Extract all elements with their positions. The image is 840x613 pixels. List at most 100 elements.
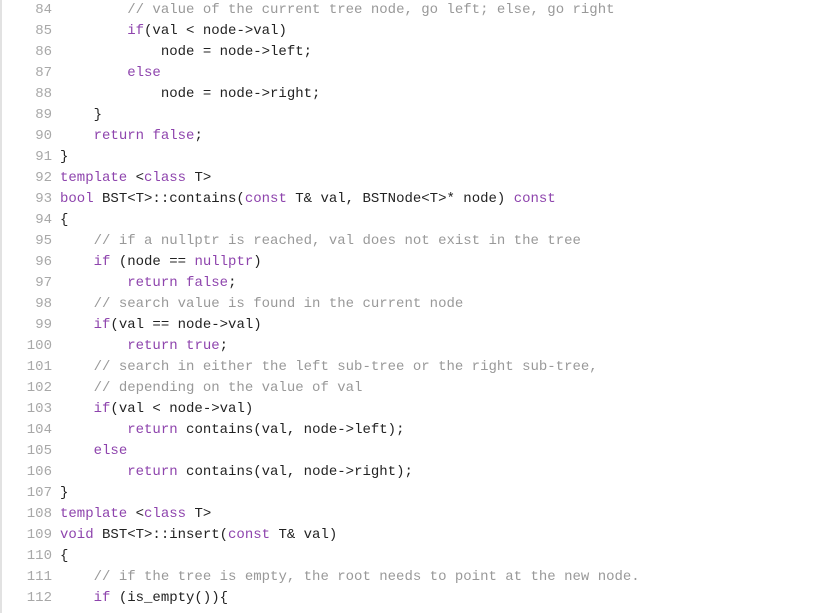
line-number: 84 — [35, 2, 52, 18]
code-token: ) — [253, 254, 262, 270]
line-number: 86 — [35, 44, 52, 60]
code-line[interactable]: 98 // search value is found in the curre… — [2, 294, 640, 315]
keyword-token: false — [186, 275, 229, 291]
line-number: 111 — [26, 569, 52, 585]
keyword-token: return — [127, 338, 178, 354]
code-token: T& val) — [270, 527, 338, 543]
keyword-token: class — [144, 170, 187, 186]
keyword-token: return — [93, 128, 145, 144]
code-line[interactable]: 112 if (is_empty()){ — [2, 588, 640, 609]
code-line[interactable]: 89 } — [2, 105, 640, 126]
comment-token: // value of the current tree node, go le… — [127, 2, 615, 18]
code-line[interactable]: 94 { — [2, 210, 640, 231]
code-text: else — [60, 443, 128, 459]
code-line[interactable]: 108 template <class T> — [2, 504, 640, 525]
code-text: if(val < node->val) — [60, 23, 287, 39]
comment-token: // search in either the left sub-tree or… — [93, 359, 598, 375]
keyword-token: const — [513, 191, 556, 207]
code-editor[interactable]: 84 // value of the current tree node, go… — [0, 0, 840, 613]
line-number: 90 — [35, 128, 52, 144]
code-line[interactable]: 85 if(val < node->val) — [2, 21, 640, 42]
keyword-token: return — [127, 275, 178, 291]
code-line[interactable]: 99 if(val == node->val) — [2, 315, 640, 336]
keyword-token: if — [93, 401, 111, 417]
code-line[interactable]: 104 return contains(val, node->left); — [2, 420, 640, 441]
code-text: return false; — [60, 128, 203, 144]
code-line[interactable]: 109 void BST<T>::insert(const T& val) — [2, 525, 640, 546]
line-number: 102 — [26, 380, 52, 396]
code-line[interactable]: 86 node = node->left; — [2, 42, 640, 63]
code-token: BST<T>::insert( — [93, 527, 229, 543]
keyword-token: void — [60, 527, 94, 543]
code-token: (val < node->val) — [144, 23, 287, 39]
code-line[interactable]: 106 return contains(val, node->right); — [2, 462, 640, 483]
code-line[interactable]: 84 // value of the current tree node, go… — [2, 0, 640, 21]
line-number: 106 — [26, 464, 52, 480]
code-text: { — [60, 212, 68, 228]
code-line[interactable]: 91} — [2, 147, 640, 168]
code-token: ; — [219, 338, 229, 354]
code-text: } — [60, 149, 68, 165]
code-token: } — [60, 149, 69, 165]
code-line[interactable]: 100 return true; — [2, 336, 640, 357]
keyword-token: if — [127, 23, 145, 39]
line-number: 112 — [26, 590, 52, 606]
code-line[interactable]: 102 // depending on the value of val — [2, 378, 640, 399]
code-line[interactable]: 101 // search in either the left sub-tre… — [2, 357, 640, 378]
keyword-token: true — [186, 338, 220, 354]
line-number: 96 — [35, 254, 52, 270]
keyword-token: return — [127, 464, 178, 480]
code-text: if(val == node->val) — [60, 317, 262, 333]
code-text: return contains(val, node->right); — [60, 464, 413, 480]
code-line[interactable]: 111 // if the tree is empty, the root ne… — [2, 567, 640, 588]
keyword-token: nullptr — [194, 254, 254, 270]
code-token: < — [127, 506, 145, 522]
code-token: { — [60, 212, 69, 228]
code-line[interactable]: 97 return false; — [2, 273, 640, 294]
code-line[interactable]: 110 { — [2, 546, 640, 567]
keyword-token: class — [144, 506, 187, 522]
code-text: else — [60, 65, 161, 81]
code-line[interactable]: 92 template <class T> — [2, 168, 640, 189]
line-number: 85 — [35, 23, 52, 39]
code-line[interactable]: 87 else — [2, 63, 640, 84]
code-text: return contains(val, node->left); — [60, 422, 404, 438]
code-line[interactable]: 96 if (node == nullptr) — [2, 252, 640, 273]
code-line[interactable]: 88 node = node->right; — [2, 84, 640, 105]
line-number: 103 — [26, 401, 52, 417]
code-lines[interactable]: 84 // value of the current tree node, go… — [2, 0, 640, 609]
line-number: 93 — [35, 191, 52, 207]
code-text: // depending on the value of val — [60, 380, 363, 396]
line-number: 87 — [35, 65, 52, 81]
code-token: < — [127, 170, 145, 186]
code-text: bool BST<T>::contains(const T& val, BSTN… — [60, 191, 556, 207]
code-text: if(val < node->val) — [60, 401, 254, 417]
code-line[interactable]: 93 bool BST<T>::contains(const T& val, BS… — [2, 189, 640, 210]
code-line[interactable]: 105 else — [2, 441, 640, 462]
code-token: } — [60, 107, 103, 123]
comment-token: // depending on the value of val — [93, 380, 363, 396]
line-number: 109 — [26, 527, 52, 543]
code-line[interactable]: 95 // if a nullptr is reached, val does … — [2, 231, 640, 252]
code-token: ; — [194, 128, 203, 144]
code-token: (val < node->val) — [110, 401, 254, 417]
line-number: 95 — [35, 233, 52, 249]
code-text: // if a nullptr is reached, val does not… — [60, 233, 581, 249]
code-line[interactable]: 103 if(val < node->val) — [2, 399, 640, 420]
code-line[interactable]: 90 return false; — [2, 126, 640, 147]
line-number: 107 — [26, 485, 52, 501]
code-text: template <class T> — [60, 506, 211, 522]
line-number: 100 — [26, 338, 52, 354]
code-line[interactable]: 107} — [2, 483, 640, 504]
code-text: // search value is found in the current … — [60, 296, 464, 312]
code-text: return true; — [60, 338, 228, 354]
